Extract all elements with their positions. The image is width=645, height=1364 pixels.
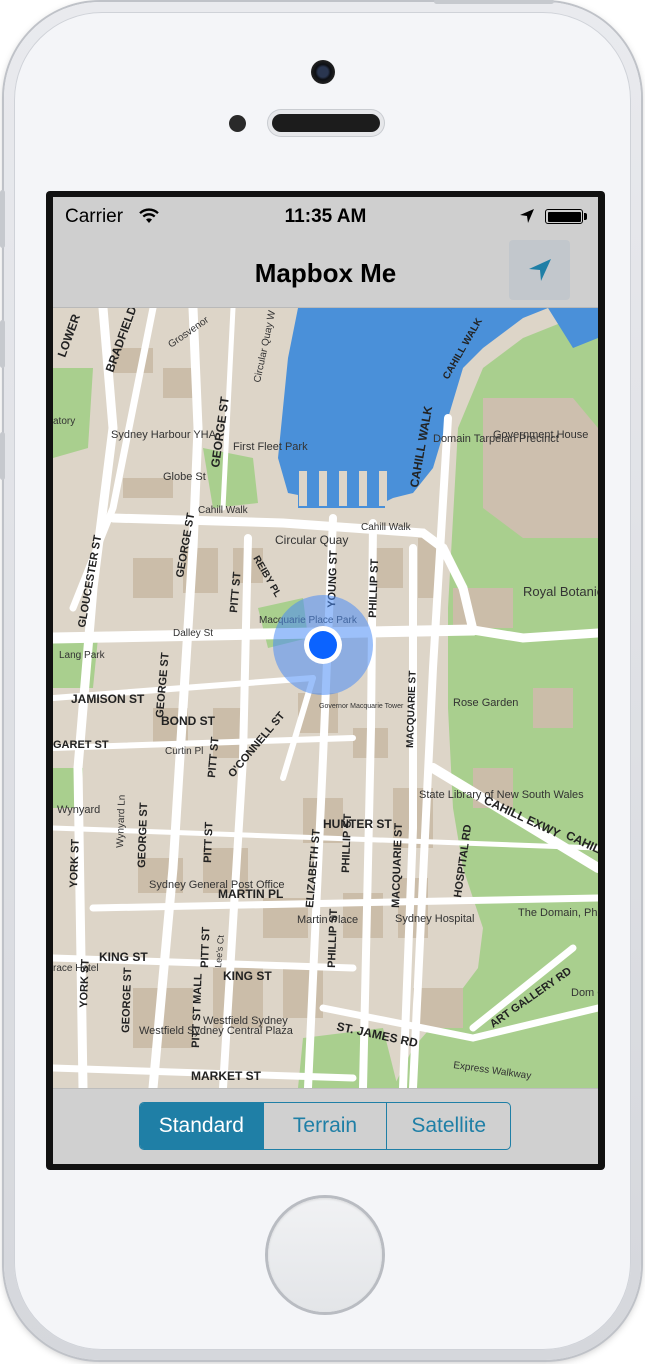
observatory-park (53, 368, 93, 458)
map-view[interactable]: LOWER BRADFIELD H Grosvenor Circular Qua… (53, 308, 598, 1088)
map-label: Royal Botanic Gardens (523, 584, 598, 599)
map-label: Wynyard Ln (115, 794, 128, 848)
map-label: atory (53, 416, 75, 427)
map-label: PITT ST (202, 821, 215, 863)
earpiece-speaker (272, 114, 380, 132)
map-label: HUNTER ST (323, 817, 392, 831)
map-label: Governor Macquarie Tower (319, 703, 404, 710)
map-label: GEORGE ST (120, 967, 134, 1033)
map-label: YORK ST (78, 959, 92, 1009)
map-label: BOND ST (161, 714, 216, 728)
map-label: MARTIN PL (218, 887, 283, 901)
wharf-3 (339, 471, 347, 506)
status-bar: Carrier 11:35 AM (53, 197, 598, 237)
map-label: GARET ST (53, 739, 109, 751)
map-label: YORK ST (68, 839, 82, 889)
status-time: 11:35 AM (284, 206, 367, 227)
map-label: PHILLIP ST (340, 813, 354, 873)
wharf-4 (359, 471, 367, 506)
front-camera (311, 60, 335, 84)
navigation-bar: Mapbox Me (53, 237, 598, 308)
map-label: PHILLIP ST (367, 558, 381, 618)
user-location-dot[interactable] (309, 631, 337, 659)
map-label: Cahill Walk (198, 505, 249, 516)
map-label: Lang Park (59, 650, 106, 661)
battery-icon (545, 209, 583, 224)
power-button (434, 0, 554, 4)
segment-standard[interactable]: Standard (140, 1103, 263, 1149)
map-label: GEORGE ST (136, 802, 150, 868)
map-label: Wynyard (57, 804, 100, 816)
wharf-1 (299, 471, 307, 506)
location-services-icon (519, 208, 535, 230)
location-arrow-icon (528, 259, 551, 281)
map-label: Westfield Sydney Central Plaza (139, 1025, 294, 1037)
locate-me-button[interactable] (509, 240, 570, 300)
map-label: PHILLIP ST (326, 908, 340, 968)
map-label: Circular Quay (275, 533, 348, 547)
wharf-2 (319, 471, 327, 506)
map-canvas[interactable]: LOWER BRADFIELD H Grosvenor Circular Qua… (53, 308, 598, 1088)
proximity-sensor (229, 115, 246, 132)
map-label: MARKET ST (191, 1069, 262, 1083)
map-label: Globe St (163, 471, 206, 483)
map-label: Curtin Pl (165, 746, 203, 757)
home-button[interactable] (268, 1198, 382, 1312)
map-label: Sydney Hospital (395, 913, 475, 925)
segment-satellite[interactable]: Satellite (386, 1103, 510, 1149)
map-label: Cahill Walk (361, 522, 412, 533)
map-label: KING ST (223, 969, 272, 983)
government-house-grounds (483, 398, 598, 538)
map-label: Dom Cres Prec (571, 987, 598, 999)
map-label: Sydney Harbour YHA (111, 429, 217, 441)
segment-terrain[interactable]: Terrain (262, 1103, 387, 1149)
wharf-5 (379, 471, 387, 506)
map-label: Rose Garden (453, 697, 518, 709)
map-label: Dalley St (173, 628, 213, 639)
map-label: The Domain, Phillip Precinct (518, 907, 598, 919)
map-label: First Fleet Park (233, 441, 308, 453)
map-type-toolbar: Standard Terrain Satellite (53, 1088, 598, 1164)
map-label: race Hotel (53, 963, 99, 974)
map-label: PITT ST (199, 926, 212, 968)
map-label: Government House (493, 429, 588, 441)
map-type-segmented-control: Standard Terrain Satellite (139, 1102, 511, 1150)
battery-tip (584, 213, 587, 220)
volume-down-button (0, 432, 5, 480)
mute-switch (0, 190, 5, 248)
map-label: JAMISON ST (71, 692, 145, 706)
screen: Carrier 11:35 AM Mapbox Me LOWER BRADFIE… (53, 197, 598, 1164)
volume-up-button (0, 320, 5, 368)
map-label: KING ST (99, 950, 148, 964)
